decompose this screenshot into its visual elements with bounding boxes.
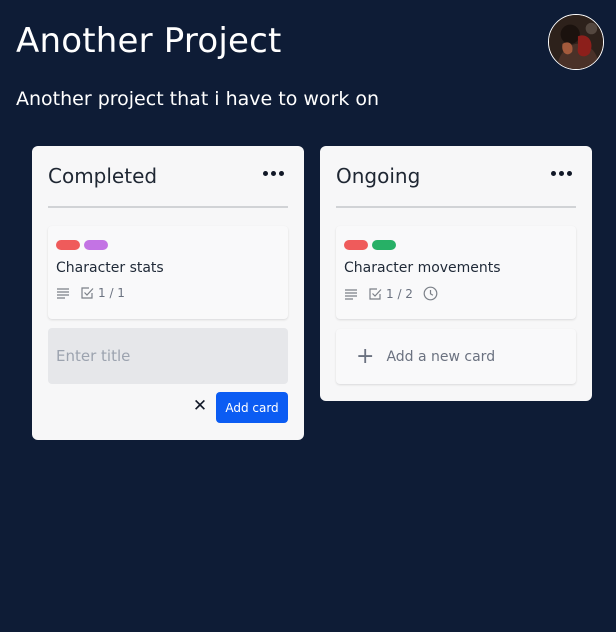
checklist-count: 1 / 1	[98, 286, 125, 300]
list-title: Ongoing	[336, 164, 421, 188]
avatar-photo-icon	[549, 15, 603, 69]
list-ongoing: Ongoing Character movements 1 / 2 + Add …	[320, 146, 592, 401]
clock-icon	[423, 286, 438, 301]
add-new-card-button[interactable]: + Add a new card	[336, 329, 576, 384]
user-avatar[interactable]	[548, 14, 604, 70]
card-meta: 1 / 1	[56, 286, 125, 300]
checklist-status: 1 / 1	[80, 286, 125, 300]
add-new-card-label: Add a new card	[386, 348, 496, 365]
label-purple	[84, 240, 108, 250]
checklist-status: 1 / 2	[368, 287, 413, 301]
list-completed: Completed Character stats 1 / 1 Enter ti…	[32, 146, 304, 440]
close-icon[interactable]: ✕	[192, 398, 208, 415]
checklist-count: 1 / 2	[386, 286, 413, 301]
list-divider	[48, 206, 288, 208]
card-labels	[344, 240, 396, 250]
page-subtitle: Another project that i have to work on	[16, 88, 380, 110]
checklist-icon	[369, 287, 382, 300]
card-title: Character stats	[56, 260, 164, 276]
card-labels	[56, 240, 108, 250]
more-options-icon[interactable]	[263, 171, 284, 176]
list-title: Completed	[48, 164, 158, 188]
checklist-icon	[81, 287, 94, 299]
label-red	[56, 240, 80, 250]
card-title-input[interactable]: Enter title	[48, 328, 288, 384]
board-page: Another Project Another project that i h…	[0, 0, 616, 632]
plus-icon: +	[356, 343, 375, 369]
more-options-icon[interactable]	[551, 171, 572, 176]
add-card-button[interactable]: Add card	[216, 392, 288, 423]
description-icon	[345, 288, 357, 300]
description-icon	[57, 288, 69, 299]
page-title: Another Project	[16, 21, 282, 61]
task-card[interactable]: Character movements 1 / 2	[336, 226, 576, 319]
label-red	[344, 240, 368, 250]
label-green	[372, 240, 396, 250]
card-title: Character movements	[344, 260, 501, 276]
card-meta: 1 / 2	[344, 286, 438, 301]
task-card[interactable]: Character stats 1 / 1	[48, 226, 288, 319]
list-divider	[336, 206, 576, 208]
